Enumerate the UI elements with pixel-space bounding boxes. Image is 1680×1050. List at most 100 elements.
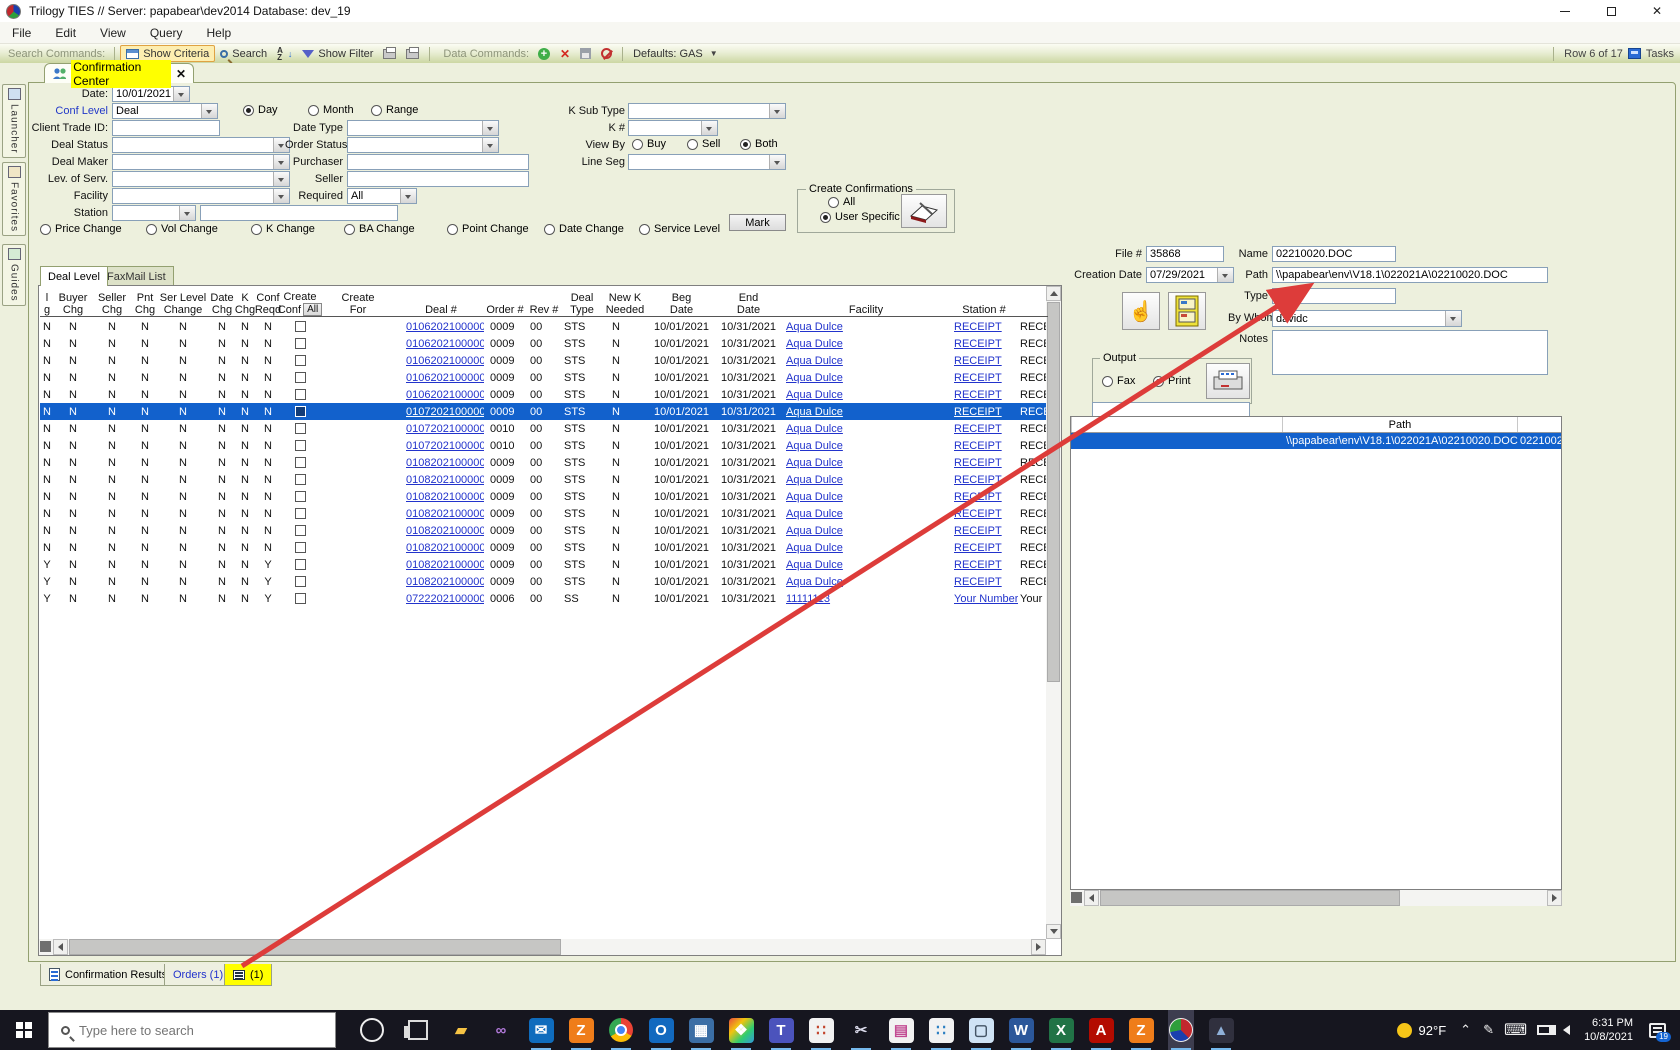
files-hscrollbar[interactable] xyxy=(1070,890,1562,906)
tab-confirmation-results[interactable]: Confirmation Results xyxy=(40,964,176,986)
print-radio[interactable]: Print xyxy=(1153,375,1191,387)
station-link[interactable]: RECEIPT xyxy=(954,474,1002,486)
taskbar-icon-outlook[interactable]: O xyxy=(648,1010,674,1050)
taskbar-icon-orange-app-2[interactable]: Z xyxy=(1128,1010,1154,1050)
create-conf-checkbox[interactable] xyxy=(295,491,306,502)
chevron-down-icon[interactable] xyxy=(701,121,717,135)
station-link[interactable]: RECEIPT xyxy=(954,576,1002,588)
start-button[interactable] xyxy=(0,1010,48,1050)
print-button[interactable] xyxy=(378,45,401,62)
date-combo[interactable]: 10/01/2021 xyxy=(112,86,190,102)
grid-hscrollbar[interactable] xyxy=(39,939,1046,955)
create-conf-checkbox[interactable] xyxy=(295,576,306,587)
deal-link[interactable]: 01062021000003 xyxy=(406,355,484,367)
search-input[interactable] xyxy=(79,1023,299,1038)
client-trade-id-field[interactable] xyxy=(112,120,220,136)
deal-row[interactable]: NNNNNNNN01062021000003000900STSN10/01/20… xyxy=(40,352,1048,369)
facility-link[interactable]: Aqua Dulce xyxy=(786,559,843,571)
deal-link[interactable]: 01082021000006 xyxy=(406,559,484,571)
file-row[interactable]: \\papabear\env\V18.1\022021A\02210020.DO… xyxy=(1071,433,1561,449)
deal-link[interactable]: 01072021000005 xyxy=(406,440,484,452)
facility-link[interactable]: Aqua Dulce xyxy=(786,321,843,333)
deal-row[interactable]: NNNNNNNN01082021000001000900STSN10/01/20… xyxy=(40,454,1048,471)
station-name-field[interactable] xyxy=(200,205,398,221)
station-link[interactable]: RECEIPT xyxy=(954,491,1002,503)
sort-az-button[interactable]: AZ ↓ xyxy=(272,45,297,62)
print-preview-button[interactable] xyxy=(401,45,424,62)
deal-maker-combo[interactable] xyxy=(112,154,290,170)
facility-link[interactable]: Aqua Dulce xyxy=(786,474,843,486)
taskbar-icon-acrobat[interactable]: A xyxy=(1088,1010,1114,1050)
grid-vscrollbar[interactable] xyxy=(1046,286,1061,939)
deal-link[interactable]: 07222021000002 xyxy=(406,593,484,605)
conf-level-label[interactable]: Conf Level xyxy=(40,105,108,117)
taskbar-icon-word[interactable]: W xyxy=(1008,1010,1034,1050)
deal-row[interactable]: NNNNNNNN01082021000003000900STSN10/01/20… xyxy=(40,488,1048,505)
taskbar-icon-excel[interactable]: X xyxy=(1048,1010,1074,1050)
conf-level-combo[interactable]: Deal xyxy=(112,103,218,119)
chevron-down-icon[interactable] xyxy=(482,121,498,135)
chevron-down-icon[interactable] xyxy=(769,155,785,169)
defaults-dropdown[interactable]: Defaults: GAS▼ xyxy=(628,45,723,62)
file-archive-button[interactable] xyxy=(1168,292,1206,330)
filter-date-change[interactable]: Date Change xyxy=(544,223,624,235)
tab-deal-level[interactable]: Deal Level xyxy=(40,266,108,286)
deal-link[interactable]: 01072021000002 xyxy=(406,406,484,418)
sell-radio[interactable]: Sell xyxy=(687,138,720,150)
chevron-down-icon[interactable] xyxy=(400,189,416,203)
facility-link[interactable]: Aqua Dulce xyxy=(786,406,843,418)
facility-link[interactable]: Aqua Dulce xyxy=(786,491,843,503)
path-field[interactable]: \\papabear\env\V18.1\022021A\02210020.DO… xyxy=(1272,267,1548,283)
facility-link[interactable]: Aqua Dulce xyxy=(786,389,843,401)
taskbar-search[interactable] xyxy=(48,1012,336,1048)
task-view-icon[interactable] xyxy=(408,1020,428,1040)
chevron-down-icon[interactable] xyxy=(179,206,195,220)
chevron-down-icon[interactable] xyxy=(201,104,217,118)
both-radio[interactable]: Both xyxy=(740,138,778,150)
create-conf-checkbox[interactable] xyxy=(295,372,306,383)
taskbar-icon-file-explorer[interactable]: ▰ xyxy=(448,1010,474,1050)
output-target-field[interactable] xyxy=(1092,402,1250,417)
menu-view[interactable]: View xyxy=(88,22,138,44)
deal-link[interactable]: 01082021000003 xyxy=(406,491,484,503)
chevron-down-icon[interactable] xyxy=(173,87,189,101)
fax-radio[interactable]: Fax xyxy=(1102,375,1135,387)
station-link[interactable]: RECEIPT xyxy=(954,440,1002,452)
deal-link[interactable]: 01062021000001 xyxy=(406,321,484,333)
deal-row[interactable]: NNNNNNNN01062021000004000900STSN10/01/20… xyxy=(40,369,1048,386)
station-link[interactable]: RECEIPT xyxy=(954,457,1002,469)
deal-row[interactable]: NNNNNNNN01082021000002000900STSN10/01/20… xyxy=(40,471,1048,488)
taskbar-icon-app-grid[interactable]: ∷ xyxy=(808,1010,834,1050)
deal-row[interactable]: NNNNNNNN01072021000005001000STSN10/01/20… xyxy=(40,437,1048,454)
search-button[interactable]: Search xyxy=(215,45,272,62)
filter-point-change[interactable]: Point Change xyxy=(447,223,529,235)
month-radio[interactable]: Month xyxy=(308,104,354,116)
create-conf-checkbox[interactable] xyxy=(295,355,306,366)
tab-print-queue[interactable]: (1) xyxy=(224,964,272,986)
tab-orders[interactable]: Orders (1) xyxy=(164,964,232,986)
network-icon[interactable] xyxy=(1537,1025,1551,1035)
keyboard-icon[interactable]: ⌨ xyxy=(1504,1020,1527,1040)
menu-help[interactable]: Help xyxy=(195,22,244,44)
maximize-button[interactable] xyxy=(1588,0,1634,22)
create-conf-checkbox[interactable] xyxy=(295,338,306,349)
buy-radio[interactable]: Buy xyxy=(632,138,666,150)
facility-combo[interactable] xyxy=(112,188,290,204)
create-conf-checkbox[interactable] xyxy=(295,593,306,604)
action-center-icon[interactable]: 19 xyxy=(1649,1023,1666,1038)
station-link[interactable]: Your Number xyxy=(954,593,1018,605)
taskbar-icon-mail[interactable]: ✉ xyxy=(528,1010,554,1050)
deal-row[interactable]: NNNNNNNN01062021000005000900STSN10/01/20… xyxy=(40,386,1048,403)
speaker-icon[interactable] xyxy=(1563,1025,1570,1035)
deal-link[interactable]: 01082021000005 xyxy=(406,525,484,537)
notes-field[interactable] xyxy=(1272,330,1548,375)
chevron-down-icon[interactable] xyxy=(1445,311,1461,326)
order-status-combo[interactable] xyxy=(347,137,499,153)
cancel-record-button[interactable] xyxy=(596,45,617,62)
deal-row[interactable]: NNNNNNNN01082021000008000900STSN10/01/20… xyxy=(40,539,1048,556)
facility-link[interactable]: Aqua Dulce xyxy=(786,355,843,367)
tray-expand-icon[interactable]: ⌃ xyxy=(1460,1022,1471,1038)
deal-row[interactable]: NNNNNNNN01082021000005000900STSN10/01/20… xyxy=(40,522,1048,539)
deal-row[interactable]: YNNNNNNY01082021000007000900STSN10/01/20… xyxy=(40,573,1048,590)
line-seg-combo[interactable] xyxy=(628,154,786,170)
